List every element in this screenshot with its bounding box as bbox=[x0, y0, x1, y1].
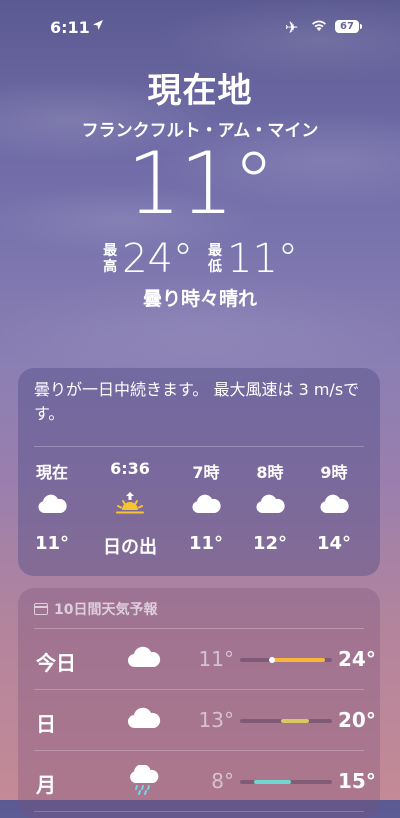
forecast-low: 11° bbox=[198, 647, 234, 671]
hour-temp: 11° bbox=[34, 533, 70, 554]
hour-item: 9時 14° bbox=[304, 459, 364, 554]
status-bar: 6:11 ✈ 67 bbox=[0, 0, 400, 54]
ten-day-forecast-card[interactable]: 10日間天気予報 今日 11° 24° 日 13° 20° 月 8° 15° bbox=[18, 588, 380, 818]
range-fill bbox=[272, 658, 325, 662]
hourly-forecast-card[interactable]: 曇りが一日中続きます。 最大風速は 3 m/sです。 現在 11° 6:36 日… bbox=[18, 368, 380, 576]
forecast-day: 日 bbox=[36, 712, 56, 736]
forecast-day: 月 bbox=[36, 773, 56, 797]
hour-time: 7時 bbox=[192, 463, 220, 482]
forecast-title: 10日間天気予報 bbox=[54, 602, 158, 618]
hourly-summary: 曇りが一日中続きます。 最大風速は 3 m/sです。 bbox=[34, 380, 360, 423]
forecast-row[interactable]: 月 8° 15° bbox=[34, 751, 376, 812]
temperature-range-bar bbox=[240, 719, 332, 723]
hour-time: 6:36 bbox=[110, 459, 150, 478]
status-time: 6:11 bbox=[50, 18, 90, 37]
high-temperature: 24° bbox=[122, 236, 193, 282]
current-weather: 現在地 フランクフルト・アム・マイン 11° 最 高 24° 最 低 11° 曇… bbox=[0, 70, 400, 311]
hour-temp: 11° bbox=[188, 533, 224, 554]
cloud-icon bbox=[256, 494, 285, 513]
forecast-row[interactable]: 今日 11° 24° bbox=[34, 629, 376, 690]
range-fill bbox=[281, 719, 309, 723]
cloud-icon bbox=[38, 494, 67, 513]
forecast-day: 今日 bbox=[36, 651, 76, 675]
temperature-range-bar bbox=[240, 780, 332, 784]
high-low: 最 高 24° 最 低 11° bbox=[0, 234, 400, 284]
location-arrow-icon bbox=[93, 20, 103, 30]
hour-time: 8時 bbox=[256, 463, 284, 482]
hour-time: 現在 bbox=[35, 463, 68, 482]
hour-item: 7時 11° bbox=[176, 459, 236, 554]
cloud-icon bbox=[127, 646, 161, 668]
forecast-header: 10日間天気予報 bbox=[18, 588, 380, 620]
range-fill bbox=[253, 780, 291, 784]
hour-temp: 日の出 bbox=[103, 537, 157, 558]
forecast-high: 24° bbox=[338, 647, 376, 671]
location-title: 現在地 bbox=[147, 71, 253, 111]
hour-item: 6:36 日の出 bbox=[100, 459, 160, 559]
cloud-icon bbox=[320, 494, 349, 513]
condition-text: 曇り時々晴れ bbox=[142, 288, 257, 310]
current-temp-dot bbox=[269, 657, 276, 663]
low-temperature: 11° bbox=[227, 236, 298, 282]
cloud-icon bbox=[127, 707, 161, 729]
battery-indicator: 67 bbox=[335, 20, 362, 33]
hourly-list[interactable]: 現在 11° 6:36 日の出 7時 11° 8時 12° 9時 14° bbox=[18, 447, 380, 577]
forecast-low: 13° bbox=[198, 708, 234, 732]
hour-item: 8時 12° bbox=[240, 459, 300, 554]
cloud-rain-icon bbox=[130, 765, 159, 795]
low-label: 最 低 bbox=[208, 243, 222, 275]
hour-time: 9時 bbox=[320, 463, 348, 482]
airplane-icon: ✈ bbox=[285, 18, 299, 37]
sunrise-icon bbox=[116, 492, 144, 514]
forecast-high: 20° bbox=[338, 708, 376, 732]
current-temperature: 11° bbox=[126, 134, 275, 234]
calendar-icon bbox=[34, 603, 48, 615]
hour-temp: 14° bbox=[316, 533, 352, 554]
forecast-high: 15° bbox=[338, 769, 376, 793]
temperature-range-bar bbox=[240, 657, 332, 663]
forecast-row[interactable]: 日 13° 20° bbox=[34, 690, 376, 751]
hour-temp: 12° bbox=[252, 533, 288, 554]
wifi-icon bbox=[312, 20, 326, 31]
cloud-icon bbox=[192, 494, 221, 513]
forecast-low: 8° bbox=[211, 769, 234, 793]
hour-item: 現在 11° bbox=[22, 459, 82, 554]
high-label: 最 高 bbox=[103, 243, 118, 275]
